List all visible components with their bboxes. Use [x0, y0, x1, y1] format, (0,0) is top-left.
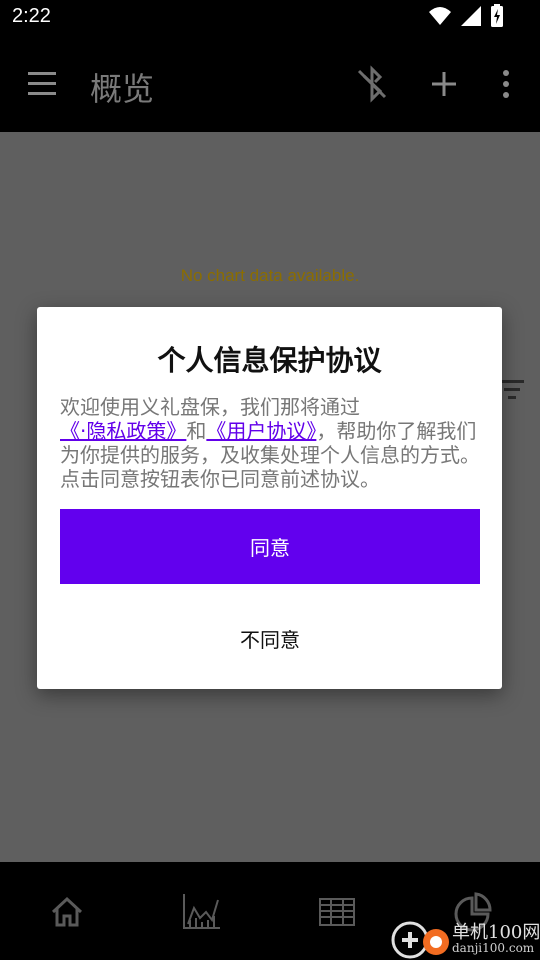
- table-icon[interactable]: [315, 890, 359, 934]
- bluetooth-disabled-icon[interactable]: [352, 64, 392, 104]
- dialog-body-intro: 欢迎使用义礼盘保，我们那将通过: [60, 395, 360, 419]
- add-icon[interactable]: [426, 66, 462, 102]
- line-chart-icon[interactable]: [180, 890, 224, 934]
- user-agreement-link[interactable]: 《用户协议》: [206, 419, 316, 443]
- filter-icon[interactable]: [498, 378, 526, 400]
- watermark-url: danji100.com: [452, 941, 535, 955]
- page-title: 概览: [90, 70, 155, 108]
- status-icons: [428, 4, 504, 32]
- battery-charging-icon: [490, 4, 504, 32]
- dialog-body-last: 点击同意按钮表你已同意前述协议。: [60, 467, 380, 491]
- privacy-dialog: 个人信息保护协议 欢迎使用义礼盘保，我们那将通过《·隐私政策》和《用户协议》，帮…: [37, 307, 502, 689]
- signal-icon: [460, 5, 482, 31]
- agree-button[interactable]: 同意: [60, 509, 480, 584]
- more-vert-icon[interactable]: [494, 68, 518, 100]
- disagree-button[interactable]: 不同意: [60, 607, 480, 669]
- dialog-body: 欢迎使用义礼盘保，我们那将通过《·隐私政策》和《用户协议》，帮助你了解我们为你提…: [60, 395, 482, 491]
- status-time: 2:22: [12, 5, 51, 27]
- home-icon[interactable]: [45, 890, 89, 934]
- status-bar: 2:22: [0, 0, 540, 36]
- wifi-icon: [428, 5, 452, 31]
- empty-chart-message: No chart data available.: [180, 266, 360, 285]
- watermark-emblem: [391, 921, 449, 959]
- privacy-policy-link[interactable]: 《·隐私政策》: [60, 419, 186, 443]
- app-bar: 概览: [0, 36, 540, 132]
- dialog-title: 个人信息保护协议: [157, 344, 382, 377]
- dialog-body-conj: 和: [186, 419, 207, 443]
- watermark-logo: 单机100网 danji100.com: [388, 914, 540, 960]
- menu-icon[interactable]: [22, 70, 62, 98]
